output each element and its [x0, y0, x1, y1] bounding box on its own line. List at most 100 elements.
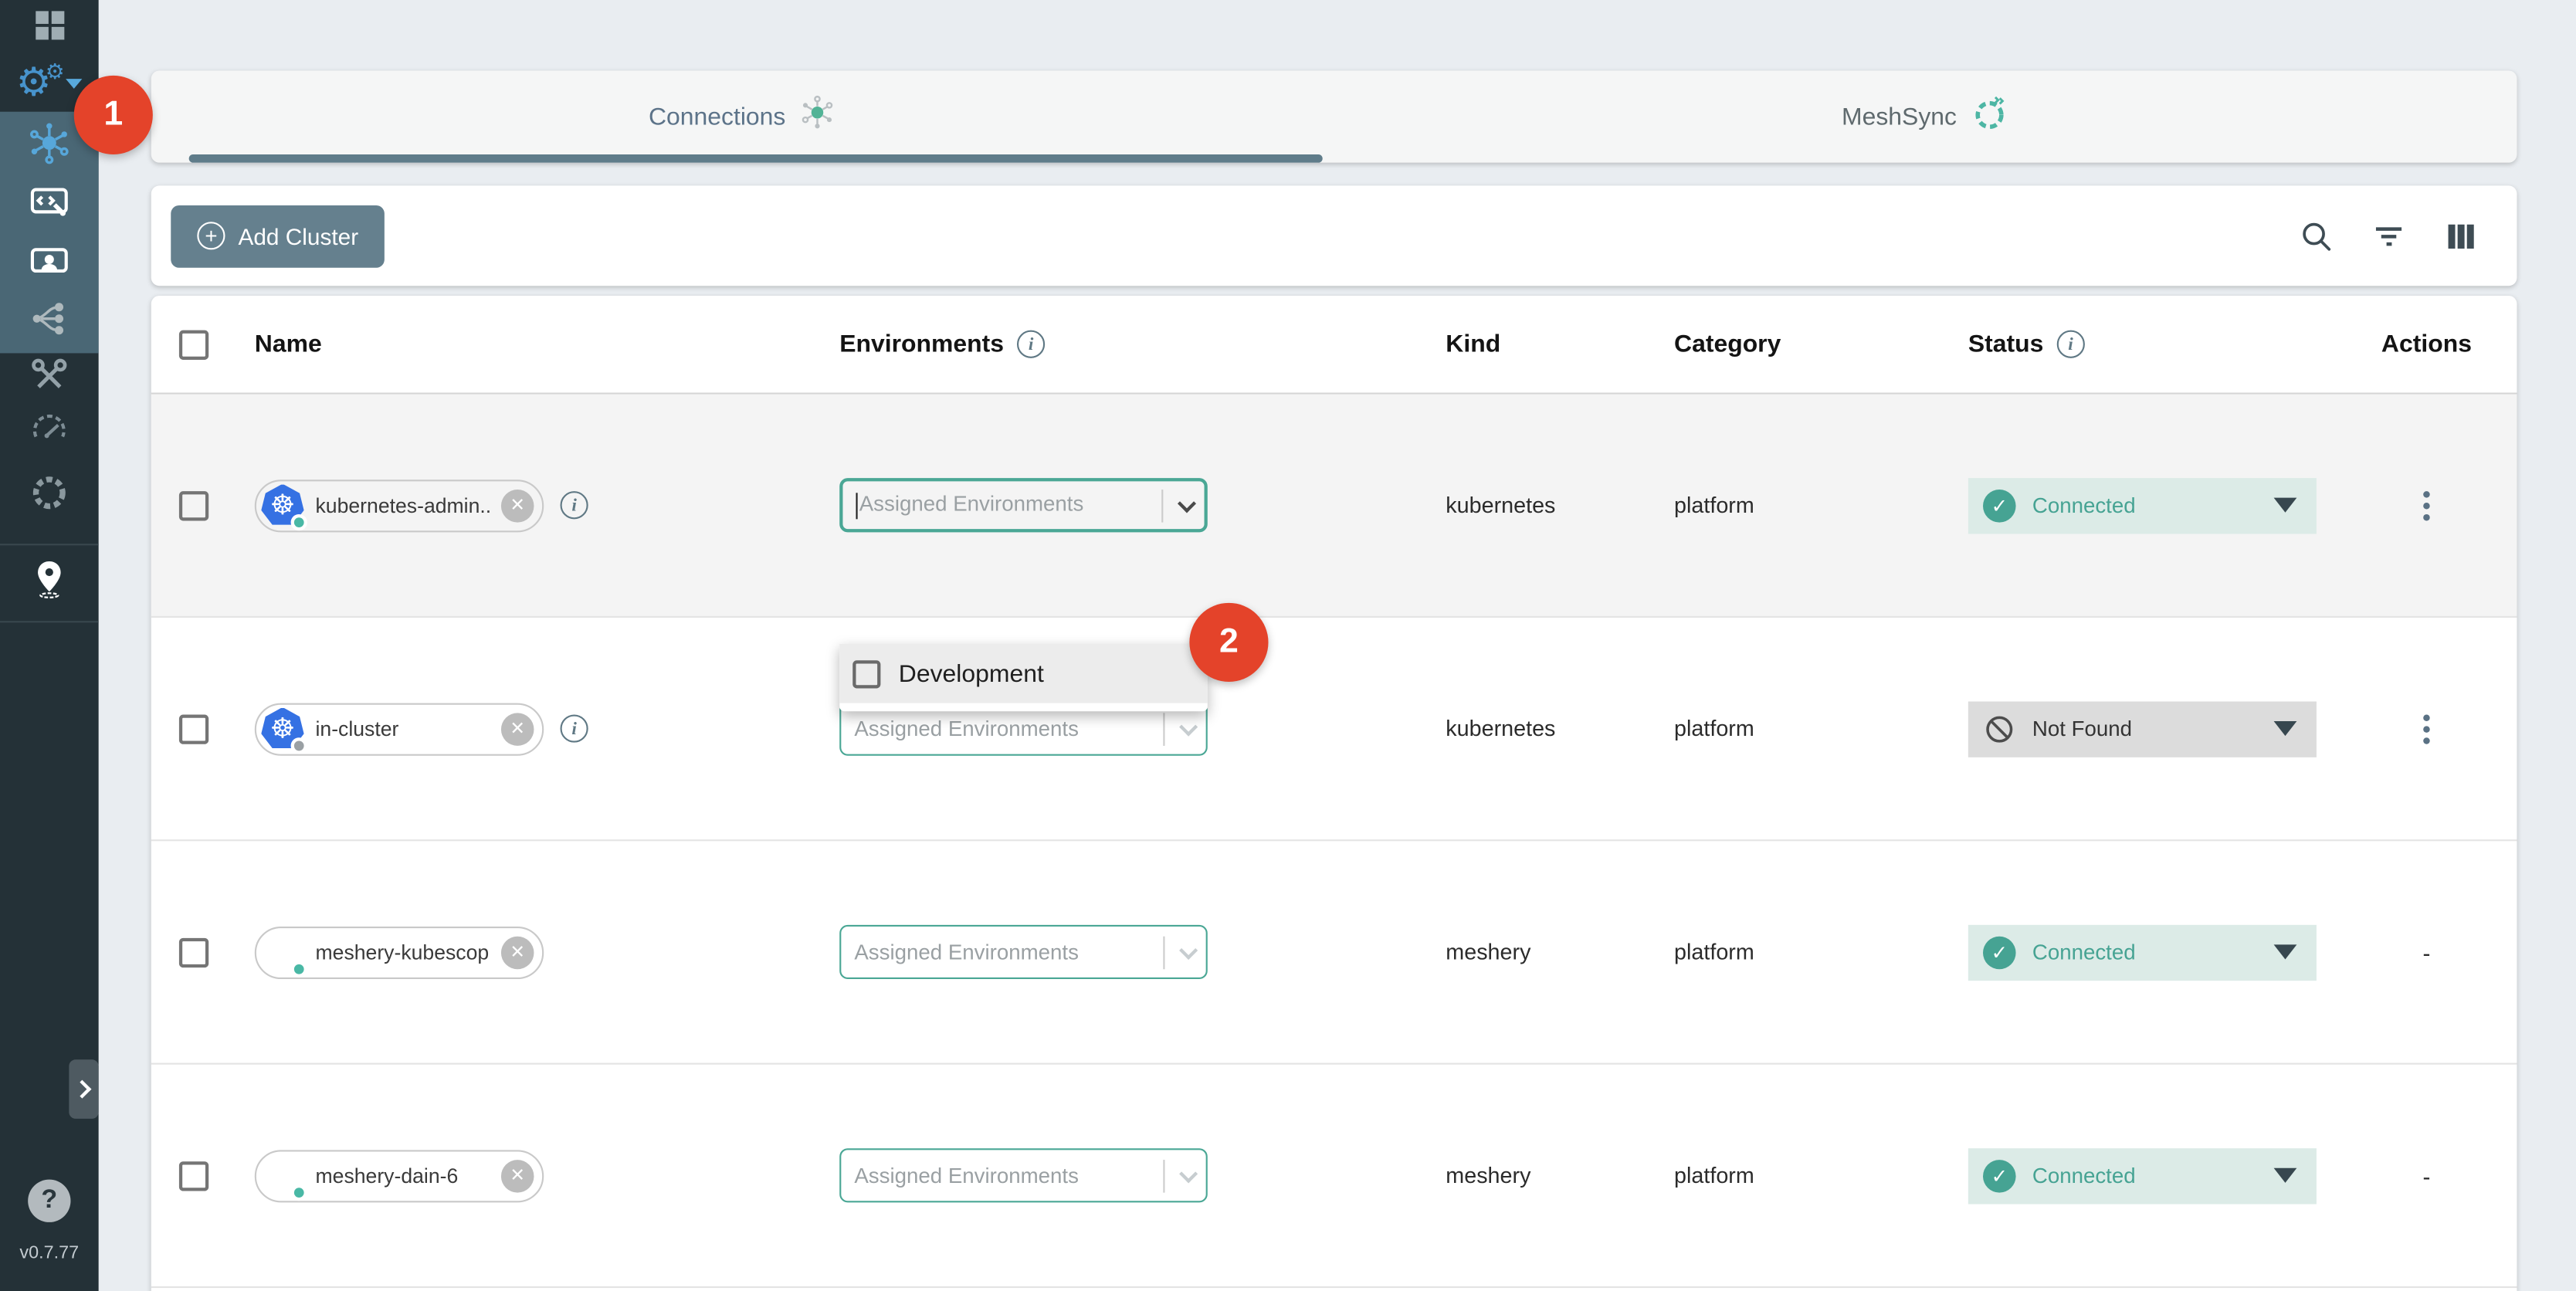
app-viewport: ⚙⚙ — [0, 0, 2576, 1291]
connected-check-icon: ✓ — [1983, 489, 2016, 522]
tab-meshsync[interactable]: MeshSync — [1334, 70, 2517, 162]
row-actions-none: - — [2422, 1162, 2430, 1188]
environment-option-development[interactable]: Development — [839, 644, 1208, 703]
chevron-down-icon[interactable] — [1178, 493, 1196, 512]
chevron-right-icon — [72, 1080, 90, 1099]
category-cell: platform — [1638, 717, 1917, 741]
status-dot-connected — [291, 513, 307, 530]
chevron-down-icon[interactable] — [1179, 717, 1198, 736]
category-cell: platform — [1638, 493, 1917, 517]
column-header-environments[interactable]: Environments i — [816, 330, 1399, 358]
chevron-down-icon — [66, 79, 83, 89]
view-columns-button[interactable] — [2438, 213, 2484, 259]
connection-name-chip[interactable]: ☸ in-cluster ✕ — [255, 703, 544, 755]
table-row: meshery-kubescop... ✕ Assigned Environme… — [151, 841, 2517, 1064]
status-select[interactable]: ✓ Connected — [1968, 924, 2317, 980]
sidebar-item-toolkit[interactable] — [0, 355, 99, 405]
location-pin-icon — [28, 556, 70, 607]
sidebar-item-location[interactable] — [0, 555, 99, 608]
status-select[interactable]: ✓ Connected — [1968, 1147, 2317, 1203]
row-checkbox[interactable] — [179, 1161, 208, 1190]
sidebar-item-configuration[interactable] — [0, 181, 99, 230]
connection-info-icon[interactable]: i — [561, 715, 588, 743]
column-header-status[interactable]: Status i — [1917, 330, 2337, 358]
row-checkbox[interactable] — [179, 937, 208, 967]
kind-cell: meshery — [1400, 940, 1639, 964]
info-icon[interactable]: i — [1017, 330, 1045, 358]
sidebar-item-service-mesh[interactable] — [0, 297, 99, 347]
annotation-step-1: 1 — [74, 76, 153, 154]
chevron-down-icon[interactable] — [1179, 1164, 1198, 1182]
caret-down-icon — [2274, 944, 2297, 959]
connection-name-chip[interactable]: meshery-kubescop... ✕ — [255, 926, 544, 978]
chevron-down-icon[interactable] — [1179, 940, 1198, 959]
not-found-icon — [1983, 712, 2016, 745]
sidebar: ⚙⚙ — [0, 0, 99, 1291]
connection-info-icon[interactable]: i — [561, 491, 588, 519]
connections-network-icon — [26, 119, 73, 173]
select-all-checkbox[interactable] — [179, 330, 208, 359]
avatar-icon — [261, 930, 303, 973]
connections-tab-icon — [798, 93, 836, 140]
row-actions-menu-button[interactable] — [2423, 713, 2430, 743]
kind-cell: meshery — [1400, 1163, 1639, 1188]
row-actions-none: - — [2422, 939, 2430, 965]
remove-connection-icon[interactable]: ✕ — [501, 936, 534, 969]
sidebar-item-catalog[interactable] — [0, 472, 99, 521]
dashboard-grid-icon — [31, 5, 67, 49]
environments-select[interactable]: Assigned Environments — [839, 478, 1208, 532]
connection-name-chip[interactable]: ☸ kubernetes-admin... ✕ — [255, 479, 544, 531]
row-actions-menu-button[interactable] — [2423, 490, 2430, 520]
sidebar-expand-button[interactable] — [69, 1059, 98, 1119]
column-header-name[interactable]: Name — [233, 330, 816, 358]
code-screen-icon — [28, 180, 70, 231]
remove-connection-icon[interactable]: ✕ — [501, 489, 534, 522]
connected-check-icon: ✓ — [1983, 936, 2016, 969]
info-icon[interactable]: i — [2056, 330, 2084, 358]
text-cursor — [856, 493, 857, 519]
sidebar-item-users[interactable] — [0, 240, 99, 290]
meshery-ring-icon — [28, 471, 70, 522]
tab-bar: Connections MeshSync — [151, 70, 2517, 162]
columns-icon — [2443, 218, 2479, 254]
table-row: ☸ in-cluster ✕ i Assigned Environments k… — [151, 618, 2517, 841]
table-header-row: Name Environments i Kind Category Status… — [151, 296, 2517, 395]
table-row: ☸ kubernetes-admin... ✕ i Assigned Envir… — [151, 395, 2517, 618]
status-select[interactable]: Not Found — [1968, 700, 2317, 756]
row-checkbox[interactable] — [179, 713, 208, 743]
kubernetes-logo-icon: ☸ — [261, 484, 303, 527]
main-content: Connections MeshSync — [99, 0, 2576, 1291]
column-header-category[interactable]: Category — [1638, 330, 1917, 358]
help-button[interactable]: ? — [0, 1177, 99, 1224]
sidebar-item-performance[interactable] — [0, 411, 99, 457]
add-cluster-button[interactable]: + Add Cluster — [171, 205, 385, 267]
gauge-icon — [28, 408, 70, 459]
column-header-actions: Actions — [2336, 330, 2517, 358]
filter-button[interactable] — [2366, 213, 2412, 259]
help-icon: ? — [28, 1180, 70, 1222]
remove-connection-icon[interactable]: ✕ — [501, 1159, 534, 1192]
tab-connections[interactable]: Connections — [151, 70, 1334, 162]
caret-down-icon — [2274, 1168, 2297, 1183]
connection-name-chip[interactable]: meshery-dain-6 ✕ — [255, 1149, 544, 1201]
status-select[interactable]: ✓ Connected — [1968, 477, 2317, 533]
option-checkbox[interactable] — [852, 659, 880, 687]
search-button[interactable] — [2293, 213, 2340, 259]
connections-table: Name Environments i Kind Category Status… — [151, 296, 2517, 1291]
status-dot-connected — [291, 1184, 307, 1200]
branch-nodes-icon — [28, 296, 70, 347]
table-row: meshery-dain-6 ✕ Assigned Environments m… — [151, 1065, 2517, 1288]
filter-icon — [2371, 218, 2407, 254]
annotation-step-2: 2 — [1189, 603, 1268, 682]
kind-cell: kubernetes — [1400, 493, 1639, 517]
row-checkbox[interactable] — [179, 490, 208, 520]
column-header-kind[interactable]: Kind — [1400, 330, 1639, 358]
environments-select[interactable]: Assigned Environments — [839, 925, 1208, 979]
meshsync-spinner-icon — [1970, 93, 2009, 141]
kind-cell: kubernetes — [1400, 717, 1639, 741]
environments-select[interactable]: Assigned Environments — [839, 1148, 1208, 1202]
sidebar-item-dashboard[interactable] — [0, 5, 99, 51]
tab-connections-label: Connections — [649, 103, 785, 130]
tab-meshsync-label: MeshSync — [1842, 103, 1957, 130]
remove-connection-icon[interactable]: ✕ — [501, 712, 534, 745]
